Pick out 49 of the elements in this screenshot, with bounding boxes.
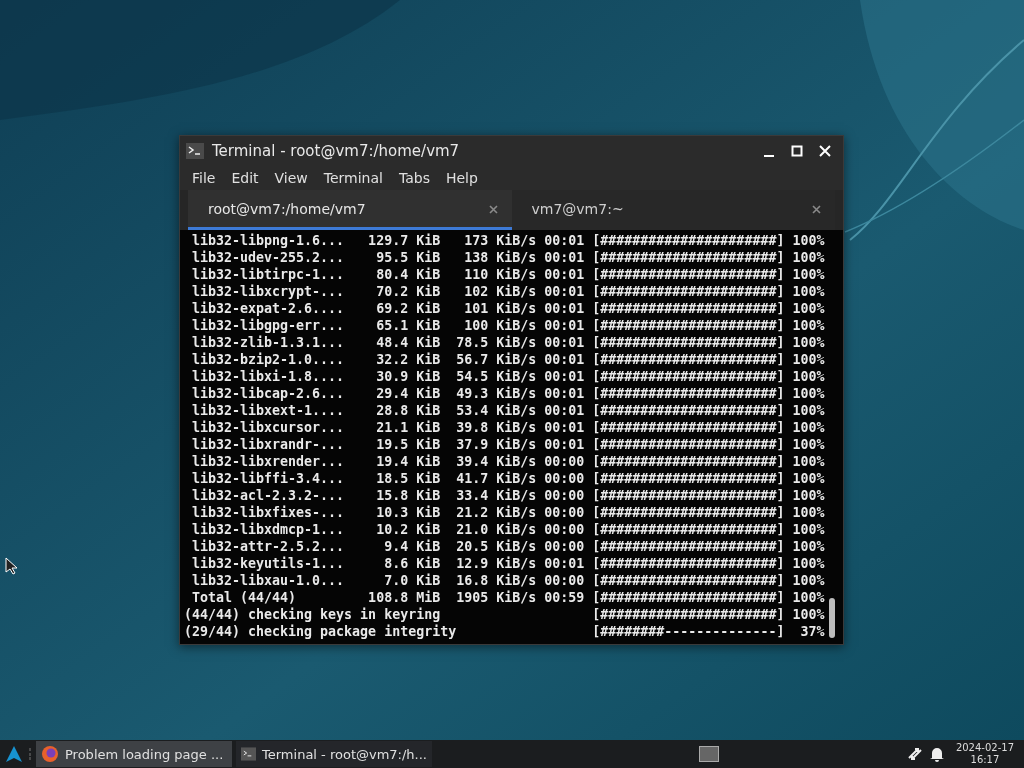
menu-item[interactable]: File: [184, 170, 224, 186]
menu-item[interactable]: Help: [437, 170, 486, 186]
handle-icon: [28, 748, 32, 760]
terminal-line: lib32-libxfixes-... 10.3 KiB 21.2 KiB/s 00:00 [######################] 100%: [191, 504, 825, 521]
terminal-line: (44/44) checking keys in keyring [######################] 100%: [184, 606, 825, 623]
terminal-line: lib32-expat-2.6.... 69.2 KiB 101 KiB/s 00:01 [######################] 100%: [191, 300, 825, 317]
close-icon: [819, 145, 831, 157]
terminal-line: lib32-bzip2-1.0.... 32.2 KiB 56.7 KiB/s 00:01 [######################] 100%: [191, 351, 825, 368]
terminal-line: lib32-attr-2.5.2... 9.4 KiB 20.5 KiB/s 00:00 [######################] 100%: [191, 538, 825, 555]
menu-item[interactable]: Terminal: [315, 170, 391, 186]
terminal-line: lib32-libxi-1.8.... 30.9 KiB 54.5 KiB/s 00:01 [######################] 100%: [191, 368, 825, 385]
taskbar-task[interactable]: Problem loading page ...: [36, 741, 232, 767]
tab[interactable]: root@vm7:/home/vm7: [188, 190, 512, 230]
terminal-line: lib32-libgpg-err... 65.1 KiB 100 KiB/s 00:01 [######################] 100%: [191, 317, 825, 334]
terminal-icon: [241, 747, 256, 761]
terminal-line: lib32-libxrandr-... 19.5 KiB 37.9 KiB/s 00:01 [######################] 100%: [191, 436, 825, 453]
terminal-line: lib32-libxdmcp-1... 10.2 KiB 21.0 KiB/s 00:00 [######################] 100%: [191, 521, 825, 538]
terminal-line: lib32-zlib-1.3.1... 48.4 KiB 78.5 KiB/s 00:01 [######################] 100%: [191, 334, 825, 351]
window-title: Terminal - root@vm7:/home/vm7: [212, 142, 461, 160]
minimize-icon: [764, 154, 774, 157]
terminal-line: lib32-libcap-2.6... 29.4 KiB 49.3 KiB/s 00:01 [######################] 100%: [191, 385, 825, 402]
terminal-line: lib32-libxau-1.0... 7.0 KiB 16.8 KiB/s 00:00 [######################] 100%: [191, 572, 825, 589]
terminal-line: (29/44) checking package integrity [########--------------] 37%: [184, 623, 825, 640]
maximize-icon: [791, 145, 803, 157]
terminal-line: lib32-acl-2.3.2-... 15.8 KiB 33.4 KiB/s 00:00 [######################] 100%: [191, 487, 825, 504]
browser-icon: [41, 745, 59, 763]
clock-date: 2024-02-17: [955, 742, 1014, 754]
tab-label: vm7@vm7:~: [531, 200, 624, 217]
clock-time: 16:17: [970, 754, 1000, 766]
terminal-line: lib32-libxcrypt-... 70.2 KiB 102 KiB/s 00:01 [######################] 100%: [191, 283, 825, 300]
terminal-line: lib32-libxrender... 19.4 KiB 39.4 KiB/s 00:00 [######################] 100%: [191, 453, 825, 470]
menu-item[interactable]: View: [266, 170, 316, 186]
terminal-icon: [186, 143, 204, 159]
taskbar-task[interactable]: Terminal - root@vm7:/h...: [236, 741, 432, 767]
terminal-line: lib32-libpng-1.6... 129.7 KiB 173 KiB/s 00:01 [######################] 100%: [191, 232, 825, 249]
mouse-pointer-icon: [5, 557, 17, 575]
terminal-line: Total (44/44) 108.8 MiB 1905 KiB/s 00:59 [######################] 100%: [191, 589, 825, 606]
tab-label: root@vm7:/home/vm7: [208, 200, 366, 217]
show-desktop-button[interactable]: [698, 746, 719, 762]
terminal-line: lib32-libxcursor... 21.1 KiB 39.8 KiB/s 00:01 [######################] 100%: [191, 419, 825, 436]
menu-item[interactable]: Tabs: [390, 170, 438, 186]
menu-item[interactable]: Edit: [223, 170, 267, 186]
scrollbar-thumb[interactable]: [829, 598, 835, 638]
app-menu-button[interactable]: [4, 744, 24, 764]
terminal-line: lib32-keyutils-1... 8.6 KiB 12.9 KiB/s 00:01 [######################] 100%: [191, 555, 825, 572]
terminal-line: lib32-libffi-3.4... 18.5 KiB 41.7 KiB/s 00:00 [######################] 100%: [191, 470, 825, 487]
terminal-line: lib32-libtirpc-1... 80.4 KiB 110 KiB/s 00:01 [######################] 100%: [191, 266, 825, 283]
terminal-line: lib32-libxext-1.... 28.8 KiB 53.4 KiB/s 00:01 [######################] 100%: [191, 402, 825, 419]
terminal-line: lib32-udev-255.2... 95.5 KiB 138 KiB/s 00:01 [######################] 100%: [191, 249, 825, 266]
